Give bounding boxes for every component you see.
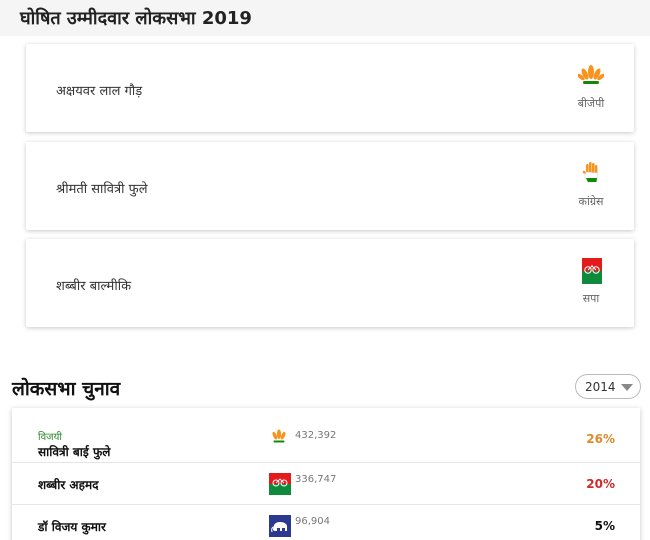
sp-bicycle-icon bbox=[269, 473, 291, 495]
year-dropdown[interactable]: 2014 bbox=[575, 374, 641, 399]
winner-badge: विजयी bbox=[38, 432, 62, 443]
table-row[interactable]: डॉ विजय कुमार 96,904 5% bbox=[12, 505, 640, 540]
section-title: लोकसभा चुनाव bbox=[12, 378, 121, 400]
bjp-lotus-icon bbox=[272, 429, 286, 443]
bjp-lotus-icon bbox=[578, 65, 604, 84]
candidate-card[interactable]: शब्बीर बाल्मीकि सपा bbox=[26, 239, 634, 327]
page-title: घोषित उम्मीदवार लोकसभा 2019 bbox=[20, 8, 252, 29]
vote-percentage: 5% bbox=[594, 519, 615, 533]
candidate-name: शब्बीर अहमद bbox=[38, 478, 99, 492]
party-name: बीजेपी bbox=[577, 97, 605, 110]
vote-count: 96,904 bbox=[295, 516, 330, 527]
congress-hand-icon bbox=[582, 162, 598, 183]
candidate-name: डॉ विजय कुमार bbox=[38, 520, 106, 534]
candidate-name: श्रीमती सावित्री फुले bbox=[56, 182, 148, 197]
candidate-name: शब्बीर बाल्मीकि bbox=[56, 279, 132, 294]
candidate-name: सावित्री बाई फुले bbox=[38, 445, 111, 459]
chevron-down-icon bbox=[621, 384, 633, 391]
party-name: सपा bbox=[582, 292, 600, 305]
year-dropdown-value: 2014 bbox=[585, 380, 616, 394]
table-row[interactable]: विजयी सावित्री बाई फुले 432,392 26% bbox=[12, 408, 640, 463]
party-name: कांग्रेस bbox=[578, 195, 604, 208]
candidate-card[interactable]: श्रीमती सावित्री फुले कांग्रेस bbox=[26, 142, 634, 230]
table-row[interactable]: शब्बीर अहमद 336,747 20% bbox=[12, 463, 640, 505]
vote-count: 336,747 bbox=[295, 474, 337, 485]
candidate-card[interactable]: अक्षयवर लाल गौड़ बीजेपी bbox=[26, 44, 634, 132]
vote-percentage: 26% bbox=[586, 432, 615, 446]
vote-count: 432,392 bbox=[295, 430, 337, 441]
bsp-elephant-icon bbox=[269, 515, 291, 537]
candidate-name: अक्षयवर लाल गौड़ bbox=[56, 84, 143, 99]
vote-percentage: 20% bbox=[586, 477, 615, 491]
sp-bicycle-icon bbox=[582, 258, 602, 284]
header-bar: घोषित उम्मीदवार लोकसभा 2019 bbox=[0, 0, 650, 36]
results-table: विजयी सावित्री बाई फुले 432,392 26% शब्ब… bbox=[12, 408, 640, 540]
